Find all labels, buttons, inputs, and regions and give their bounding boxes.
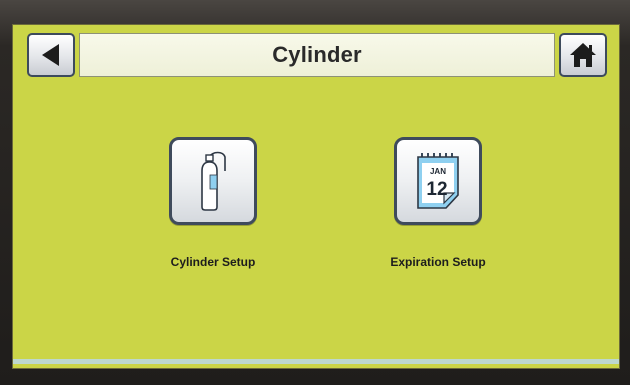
calendar-month-text: JAN [430, 167, 446, 176]
back-arrow-icon [42, 44, 59, 66]
calendar-icon: JAN 12 [417, 153, 459, 209]
expiration-setup-label: Expiration Setup [390, 255, 486, 269]
calendar-day-text: 12 [426, 179, 447, 200]
cylinder-setup-label: Cylinder Setup [170, 255, 256, 269]
cylinder-setup-tile: Cylinder Setup [143, 137, 283, 269]
header-bar: Cylinder [27, 33, 607, 77]
footer-strip [13, 359, 619, 364]
page-title: Cylinder [272, 42, 362, 67]
gas-cylinder-icon [201, 151, 226, 211]
touch-screen: Cylinder Cylinder Setup JAN 12 Expiratio… [12, 24, 620, 369]
title-bar: Cylinder [79, 33, 555, 77]
expiration-setup-button[interactable]: JAN 12 [394, 137, 482, 225]
home-icon [570, 43, 596, 67]
back-button[interactable] [27, 33, 75, 77]
home-button[interactable] [559, 33, 607, 77]
expiration-setup-tile: JAN 12 Expiration Setup [368, 137, 508, 269]
cylinder-setup-button[interactable] [169, 137, 257, 225]
